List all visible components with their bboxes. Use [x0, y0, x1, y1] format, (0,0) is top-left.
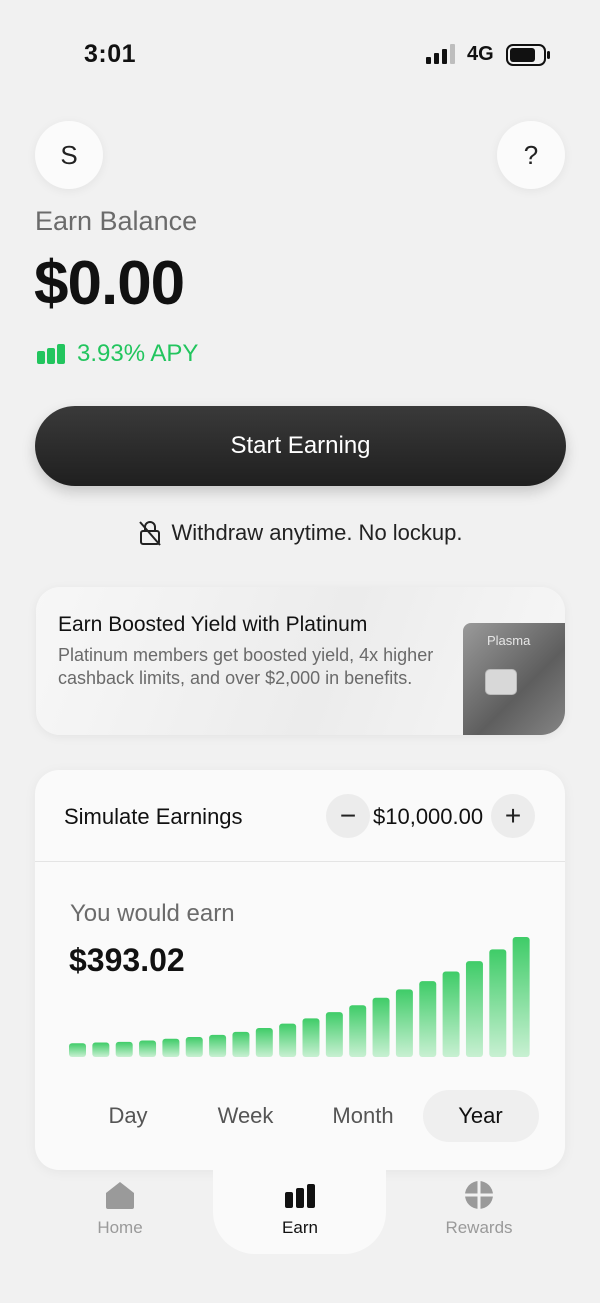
- earnings-bar: [512, 937, 530, 1057]
- earnings-bar: [232, 1031, 250, 1057]
- network-label: 4G: [467, 43, 494, 65]
- tab-home-label: Home: [97, 1218, 143, 1237]
- period-tab-week[interactable]: Week: [188, 1090, 304, 1142]
- earnings-bar: [419, 981, 437, 1057]
- start-earning-button[interactable]: Start Earning: [35, 406, 566, 486]
- rewards-icon: [465, 1181, 493, 1209]
- withdraw-note-text: Withdraw anytime. No lockup.: [171, 520, 463, 545]
- earnings-bar: [349, 1005, 367, 1057]
- bottom-tab-bar: Home Earn Rewards: [0, 1170, 600, 1303]
- tab-rewards[interactable]: Rewards: [419, 1180, 539, 1238]
- home-icon: [106, 1182, 134, 1209]
- earnings-bar: [139, 1040, 157, 1057]
- period-tab-year[interactable]: Year: [422, 1090, 539, 1142]
- withdraw-note: Withdraw anytime. No lockup.: [0, 520, 600, 546]
- earn-bars-icon: [285, 1184, 315, 1208]
- platinum-promo-card[interactable]: Earn Boosted Yield with Platinum Platinu…: [36, 587, 565, 735]
- balance-value: $0.00: [34, 249, 185, 318]
- avatar-initial: S: [60, 139, 78, 170]
- status-time: 3:01: [84, 40, 137, 68]
- earnings-bar: [92, 1042, 110, 1057]
- earnings-bar: [279, 1023, 297, 1057]
- status-bar: 3:01 4G: [0, 0, 600, 110]
- earnings-bar: [489, 949, 507, 1057]
- earnings-bar: [325, 1012, 343, 1057]
- earnings-bar: [69, 1043, 86, 1057]
- promo-body: Platinum members get boosted yield, 4x h…: [58, 645, 434, 688]
- period-tab-day[interactable]: Day: [70, 1090, 186, 1142]
- earnings-bar: [255, 1028, 273, 1057]
- earnings-bar: [162, 1038, 180, 1057]
- earnings-bar: [115, 1041, 133, 1057]
- apy-value: 3.93% APY: [77, 340, 199, 367]
- tab-earn[interactable]: Earn: [240, 1180, 360, 1238]
- apy-row: 3.93% APY: [37, 340, 198, 368]
- earnings-bar: [465, 961, 483, 1057]
- unlock-icon: [138, 521, 161, 546]
- help-button[interactable]: ?: [497, 121, 565, 189]
- tab-home[interactable]: Home: [60, 1180, 180, 1238]
- tab-earn-label: Earn: [282, 1218, 318, 1237]
- signal-icon: [426, 44, 455, 64]
- card-brand-logo: Plasma: [487, 633, 531, 648]
- help-icon: ?: [523, 139, 539, 170]
- tab-rewards-label: Rewards: [445, 1218, 513, 1237]
- platinum-card-image: Plasma: [463, 623, 565, 735]
- earnings-bar: [442, 971, 460, 1057]
- promo-title: Earn Boosted Yield with Platinum: [58, 613, 368, 636]
- card-chip-icon: [485, 669, 517, 695]
- apy-bars-icon: [37, 344, 65, 364]
- simulate-earnings-card: Simulate Earnings − $10,000.00 + You wou…: [35, 770, 565, 1170]
- period-selector: Day Week Month Year: [70, 1090, 539, 1142]
- balance-label: Earn Balance: [35, 206, 198, 236]
- period-tab-month[interactable]: Month: [305, 1090, 421, 1142]
- start-earning-label: Start Earning: [230, 432, 371, 459]
- battery-icon: [506, 44, 550, 66]
- earnings-bar: [302, 1018, 320, 1057]
- earnings-bar: [185, 1037, 203, 1057]
- earnings-bar: [395, 989, 413, 1057]
- earnings-bar: [209, 1034, 227, 1057]
- earnings-bar: [372, 997, 390, 1057]
- avatar-button[interactable]: S: [35, 121, 103, 189]
